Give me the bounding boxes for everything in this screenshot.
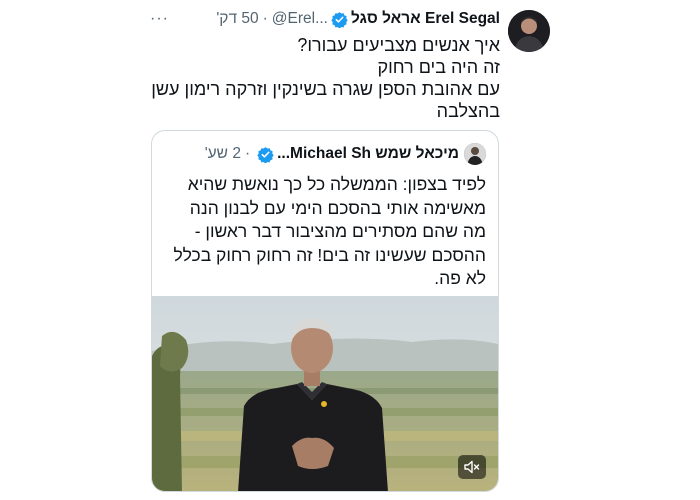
quoted-author-name[interactable]: מיכאל שמש Michael Sh... bbox=[277, 143, 459, 165]
author-name[interactable]: Erel Segal אראל סגל bbox=[351, 8, 500, 30]
more-icon[interactable]: ··· bbox=[150, 10, 169, 28]
tweet-text: איך אנשים מצביעים עבורו? זה היה בים רחוק… bbox=[150, 34, 500, 122]
quoted-tweet-header: מיכאל שמש Michael Sh... · 2 שע' bbox=[205, 143, 486, 165]
tweet-time[interactable]: 50 דק' bbox=[216, 8, 258, 30]
quoted-time[interactable]: 2 שע' bbox=[205, 143, 241, 165]
quoted-text-line: מה שהם מסתירים מהציבור דבר ראשון - bbox=[194, 221, 486, 241]
tweet-card[interactable]: Erel Segal אראל סגל @Erel... · 50 דק' ··… bbox=[140, 0, 560, 500]
verified-badge-icon bbox=[257, 146, 274, 163]
mute-button[interactable] bbox=[458, 455, 486, 479]
quoted-author-avatar[interactable] bbox=[464, 143, 486, 165]
author-avatar[interactable] bbox=[508, 10, 550, 52]
speaker-muted-icon bbox=[464, 460, 480, 474]
tweet-header: Erel Segal אראל סגל @Erel... · 50 דק' bbox=[216, 8, 500, 30]
video-frame bbox=[152, 296, 498, 491]
tweet-text-line: איך אנשים מצביעים עבורו? bbox=[297, 35, 500, 55]
tweet-text-line: בהצלבה bbox=[436, 101, 500, 121]
quoted-text-line: לפיד בצפון: הממשלה כל כך נואשת שהיא bbox=[187, 174, 486, 194]
quoted-text-line: מאשימה אותי בהסכם הימי עם לבנון הנה bbox=[189, 197, 486, 218]
tweet-text-line: עם אהובת הספן שגרה בשינקין וזרקה רימון ע… bbox=[151, 79, 500, 99]
video-player[interactable] bbox=[152, 296, 498, 491]
quoted-tweet[interactable]: מיכאל שמש Michael Sh... · 2 שע' לפיד בצפ… bbox=[151, 130, 499, 492]
tweet-text-line: זה היה בים רחוק bbox=[377, 57, 500, 77]
quoted-tweet-text: לפיד בצפון: הממשלה כל כך נואשת שהיא מאשי… bbox=[162, 173, 486, 291]
verified-badge-icon bbox=[331, 11, 348, 28]
quoted-separator: · bbox=[244, 145, 251, 162]
quoted-text-line: ההסכם שעשינו זה בים! זה רחוק רחוק בכלל bbox=[173, 244, 486, 265]
quoted-text-line: לא פה. bbox=[434, 268, 486, 288]
author-handle[interactable]: @Erel... bbox=[272, 8, 328, 30]
header-separator: · bbox=[262, 10, 268, 27]
